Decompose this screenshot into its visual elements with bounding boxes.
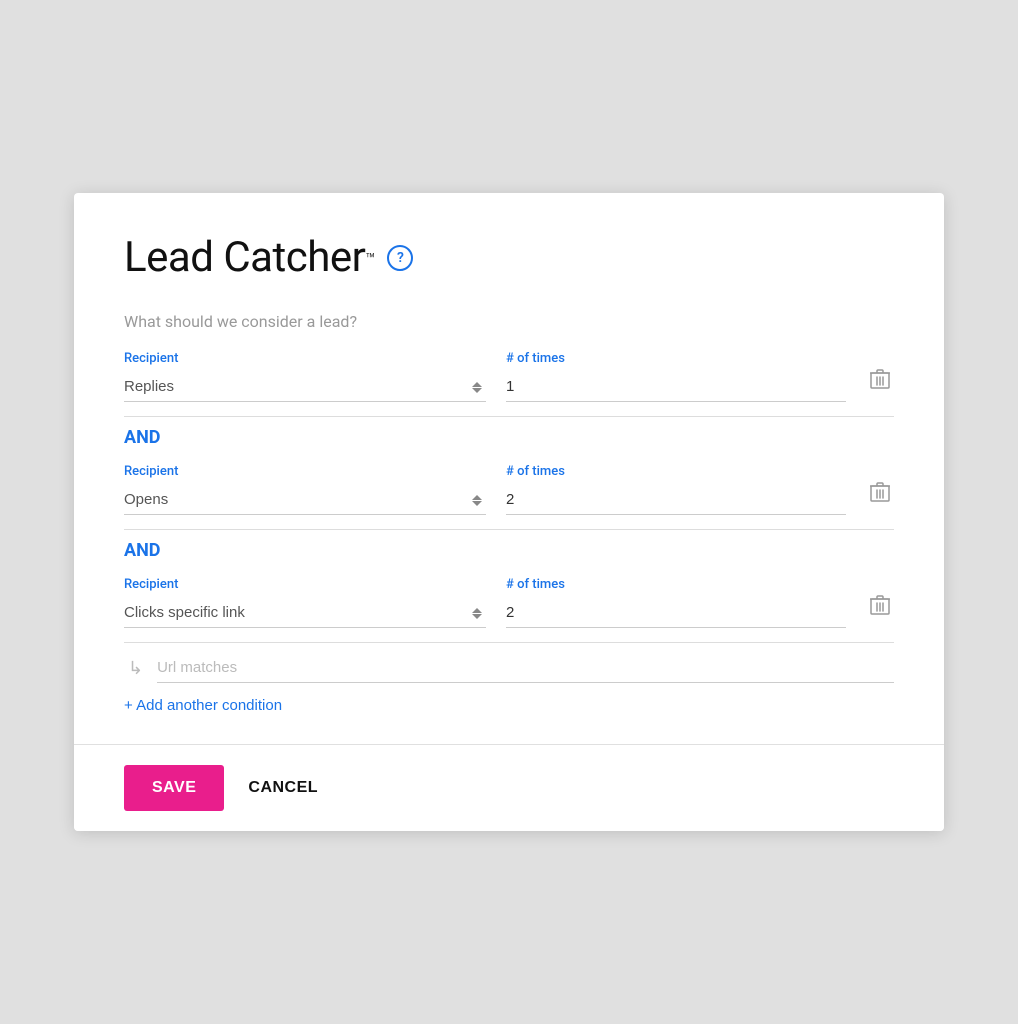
times-field-3: # of times (506, 577, 846, 628)
recipient-select-3[interactable]: Replies Opens Clicks specific link Click… (124, 598, 486, 628)
save-button[interactable]: SAVE (124, 765, 224, 811)
modal-footer: SAVE CANCEL (74, 744, 944, 831)
times-field-1: # of times (506, 351, 846, 402)
add-condition-button[interactable]: + Add another condition (124, 697, 282, 714)
condition-row-2: Recipient Replies Opens Clicks specific … (124, 464, 894, 530)
recipient-field-3: Recipient Replies Opens Clicks specific … (124, 577, 486, 628)
delete-button-3[interactable] (866, 590, 894, 620)
page-title: Lead Catcher™ (124, 233, 375, 282)
trash-icon-2 (870, 481, 890, 503)
condition-row-3: Recipient Replies Opens Clicks specific … (124, 577, 894, 643)
recipient-label-2: Recipient (124, 464, 486, 479)
times-input-3[interactable] (506, 598, 846, 628)
url-input[interactable] (157, 653, 894, 683)
recipient-select-wrapper-2: Replies Opens Clicks specific link Click… (124, 485, 486, 515)
times-field-2: # of times (506, 464, 846, 515)
trash-icon-3 (870, 594, 890, 616)
trash-icon-1 (870, 368, 890, 390)
recipient-field-2: Recipient Replies Opens Clicks specific … (124, 464, 486, 515)
times-label-2: # of times (506, 464, 846, 479)
lead-catcher-modal: Lead Catcher™ ? What should we consider … (74, 193, 944, 831)
recipient-label-3: Recipient (124, 577, 486, 592)
help-icon[interactable]: ? (387, 245, 413, 271)
url-row: ↳ (124, 653, 894, 683)
and-label-2: AND (124, 540, 894, 561)
times-label-1: # of times (506, 351, 846, 366)
recipient-field-1: Recipient Replies Opens Clicks specific … (124, 351, 486, 402)
recipient-select-1[interactable]: Replies Opens Clicks specific link Click… (124, 372, 486, 402)
url-arrow-icon: ↳ (128, 658, 143, 679)
recipient-select-wrapper-3: Replies Opens Clicks specific link Click… (124, 598, 486, 628)
modal-body: Lead Catcher™ ? What should we consider … (74, 193, 944, 744)
form-subtitle: What should we consider a lead? (124, 312, 894, 331)
title-row: Lead Catcher™ ? (124, 233, 894, 282)
condition-block-1: Recipient Replies Opens Clicks specific … (124, 351, 894, 417)
delete-button-1[interactable] (866, 364, 894, 394)
title-trademark: ™ (365, 250, 375, 269)
times-label-3: # of times (506, 577, 846, 592)
recipient-select-2[interactable]: Replies Opens Clicks specific link Click… (124, 485, 486, 515)
recipient-select-wrapper-1: Replies Opens Clicks specific link Click… (124, 372, 486, 402)
times-input-1[interactable] (506, 372, 846, 402)
condition-block-2: Recipient Replies Opens Clicks specific … (124, 464, 894, 530)
times-input-2[interactable] (506, 485, 846, 515)
condition-row-1: Recipient Replies Opens Clicks specific … (124, 351, 894, 417)
condition-block-3: Recipient Replies Opens Clicks specific … (124, 577, 894, 683)
recipient-label-1: Recipient (124, 351, 486, 366)
and-label-1: AND (124, 427, 894, 448)
delete-button-2[interactable] (866, 477, 894, 507)
title-text: Lead Catcher (124, 233, 365, 282)
cancel-button[interactable]: CANCEL (248, 779, 318, 797)
